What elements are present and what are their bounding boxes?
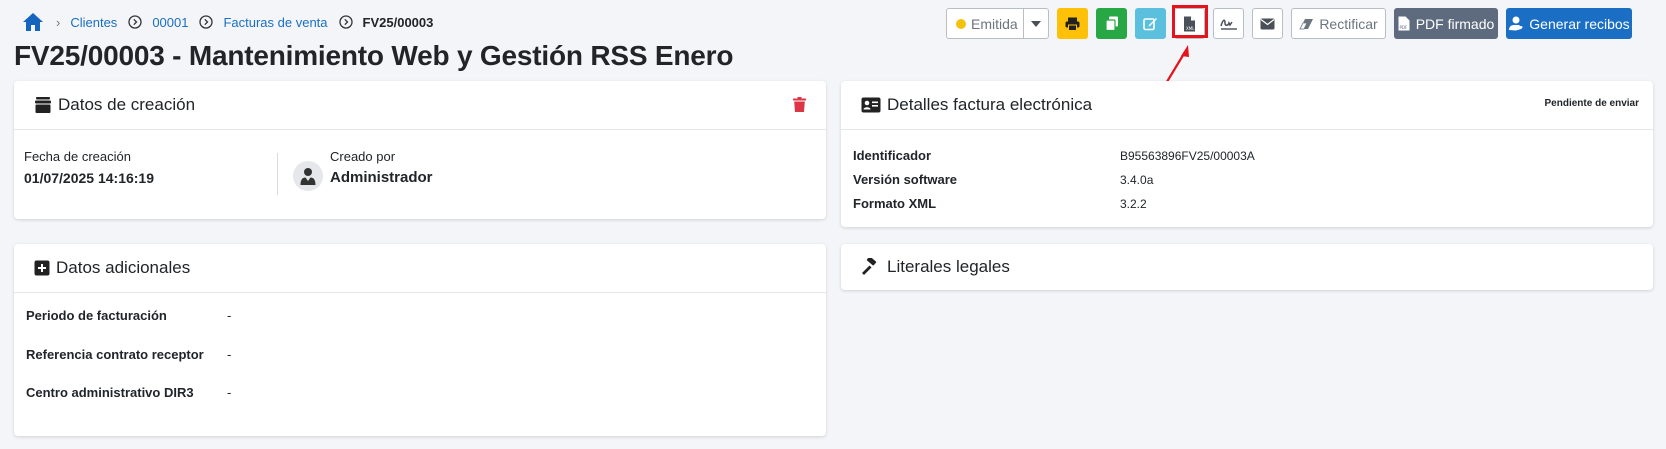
signed-pdf-label: PDF firmado [1415, 15, 1495, 32]
billing-period-label: Periodo de facturación [26, 308, 167, 323]
creation-card: Datos de creación Fecha de creación 01/0… [14, 81, 826, 219]
plus-square-icon [34, 260, 50, 276]
email-button[interactable] [1252, 8, 1283, 39]
legal-title: Literales legales [887, 257, 1010, 276]
identifier-value: B95563896FV25/00003A [1120, 149, 1255, 163]
card-header: Datos adicionales [14, 244, 826, 293]
eraser-icon [1299, 18, 1314, 30]
avatar [293, 161, 323, 191]
toolbar: Emitida XML Rectificar PDF PDF firmado G… [946, 8, 1632, 39]
rectify-label: Rectificar [1319, 15, 1378, 32]
breadcrumb-link-invoices[interactable]: Facturas de venta [223, 15, 327, 30]
user-hand-icon [1508, 16, 1524, 31]
edit-icon [1143, 16, 1158, 31]
breadcrumb: › Clientes 00001 Facturas de venta FV25/… [22, 10, 433, 34]
xml-format-label: Formato XML [853, 196, 937, 211]
extra-data-card: Datos adicionales Periodo de facturación… [14, 244, 826, 436]
creator-value: Administrador [330, 169, 433, 186]
einvoice-title: Detalles factura electrónica [887, 95, 1093, 114]
creator-label: Creado por [330, 149, 396, 164]
sign-button[interactable] [1213, 8, 1244, 39]
status-dot [956, 18, 966, 29]
divider [277, 153, 278, 195]
print-icon [1065, 17, 1080, 31]
id-card-icon [861, 97, 881, 113]
circle-chevron-icon [128, 15, 142, 29]
xml-file-icon: XML [1183, 16, 1196, 32]
creation-date-value: 01/07/2025 14:16:19 [24, 170, 154, 186]
rectify-button[interactable]: Rectificar [1291, 8, 1386, 39]
breadcrumb-link-clientes[interactable]: Clientes [70, 15, 117, 30]
edit-button[interactable] [1135, 8, 1166, 39]
status-dropdown[interactable]: Emitida [946, 8, 1049, 39]
trash-icon[interactable] [793, 97, 806, 117]
breadcrumb-current: FV25/00003 [362, 14, 434, 30]
dir3-label: Centro administrativo DIR3 [26, 385, 194, 400]
creation-date-label: Fecha de creación [24, 149, 131, 164]
card-header: Datos de creación [14, 81, 826, 130]
legal-card[interactable]: Literales legales [841, 244, 1653, 290]
signed-pdf-button[interactable]: PDF PDF firmado [1394, 8, 1498, 39]
caret-down-icon[interactable] [1023, 9, 1048, 38]
circle-chevron-icon [338, 15, 353, 29]
dir3-value: - [227, 385, 232, 400]
contract-ref-label: Referencia contrato receptor [26, 347, 204, 362]
creation-title: Datos de creación [58, 95, 196, 114]
status-label: Emitida [971, 15, 1018, 32]
card-header: Detalles factura electrónica [841, 81, 1653, 130]
billing-period-value: - [227, 308, 232, 323]
xml-format-value: 3.2.2 [1120, 197, 1147, 211]
einvoice-status: Pendiente de enviar [1544, 98, 1639, 109]
einvoice-card: Detalles factura electrónica Pendiente d… [841, 81, 1653, 227]
generate-receipts-button[interactable]: Generar recibos [1506, 8, 1632, 39]
breadcrumb-link-client[interactable]: 00001 [152, 15, 188, 30]
duplicate-button[interactable] [1096, 8, 1127, 39]
contract-ref-value: - [227, 347, 232, 362]
generate-receipts-label: Generar recibos [1529, 15, 1630, 32]
home-icon[interactable] [22, 11, 44, 33]
gavel-icon [861, 258, 881, 276]
software-version-label: Versión software [853, 172, 958, 187]
print-button[interactable] [1057, 8, 1088, 39]
xml-download-button[interactable]: XML [1174, 8, 1205, 39]
signature-icon [1219, 17, 1238, 31]
identifier-label: Identificador [853, 148, 932, 163]
card-header: Literales legales [841, 244, 1653, 290]
copy-icon [1104, 16, 1119, 31]
software-version-value: 3.4.0a [1120, 173, 1154, 187]
page-title: FV25/00003 - Mantenimiento Web y Gestión… [14, 40, 734, 71]
user-tie-icon [300, 168, 316, 185]
creator-field: Creado por Administrador [330, 149, 433, 186]
archive-icon [34, 96, 52, 114]
status-button[interactable]: Emitida [947, 9, 1023, 38]
chevron-right-icon: › [56, 14, 61, 30]
envelope-icon [1260, 18, 1275, 30]
svg-text:XML: XML [1186, 26, 1195, 31]
pdf-file-icon: PDF [1398, 16, 1410, 31]
svg-text:PDF: PDF [1399, 25, 1407, 30]
extra-title: Datos adicionales [56, 258, 191, 277]
circle-chevron-icon [199, 15, 214, 29]
creation-date-field: Fecha de creación 01/07/2025 14:16:19 [24, 149, 154, 186]
